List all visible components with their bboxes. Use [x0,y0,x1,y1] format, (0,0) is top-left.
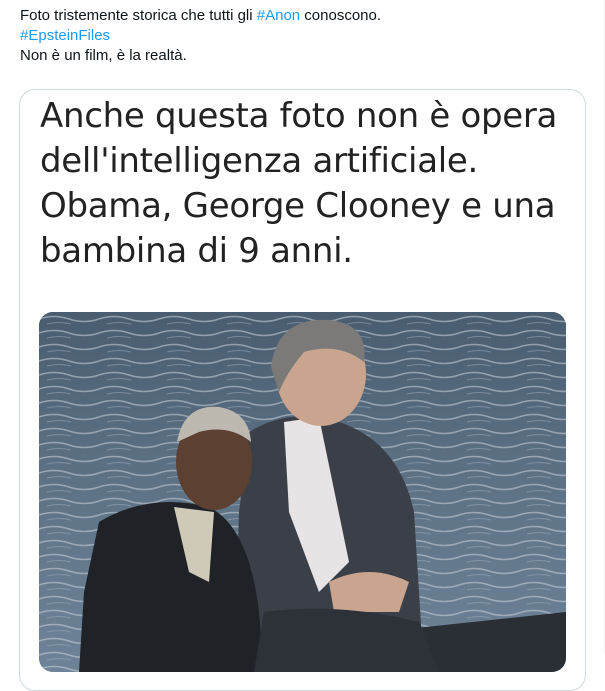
caption-line: bambina di 9 anni. [40,231,353,271]
tweet-text-segment: Foto tristemente storica che tutti gli [20,7,257,24]
tweet-text-segment: conoscono. [300,7,382,24]
hashtag-anon-link[interactable]: #Anon [257,7,300,24]
caption-line: Anche questa foto non è opera [40,96,558,136]
hashtag-epsteinfiles-link[interactable]: #EpsteinFiles [20,26,381,46]
caption-line: Obama, George Clooney e una [40,186,556,226]
person-right-hands [329,572,409,612]
caption-line: dell'intelligenza artificiale. [40,141,479,181]
media-caption: Anche questa foto non è opera dell'intel… [40,94,570,274]
tweet-text-line-1: Foto tristemente storica che tutti gli #… [20,6,381,26]
media-photo[interactable] [39,312,566,672]
tweet-text-line-3: Non è un film, è la realtà. [20,47,187,64]
tweet-text: Foto tristemente storica che tutti gli #… [20,6,381,66]
photo-illustration [39,312,566,672]
tweet-media-card[interactable]: Anche questa foto non è opera dell'intel… [19,89,586,691]
